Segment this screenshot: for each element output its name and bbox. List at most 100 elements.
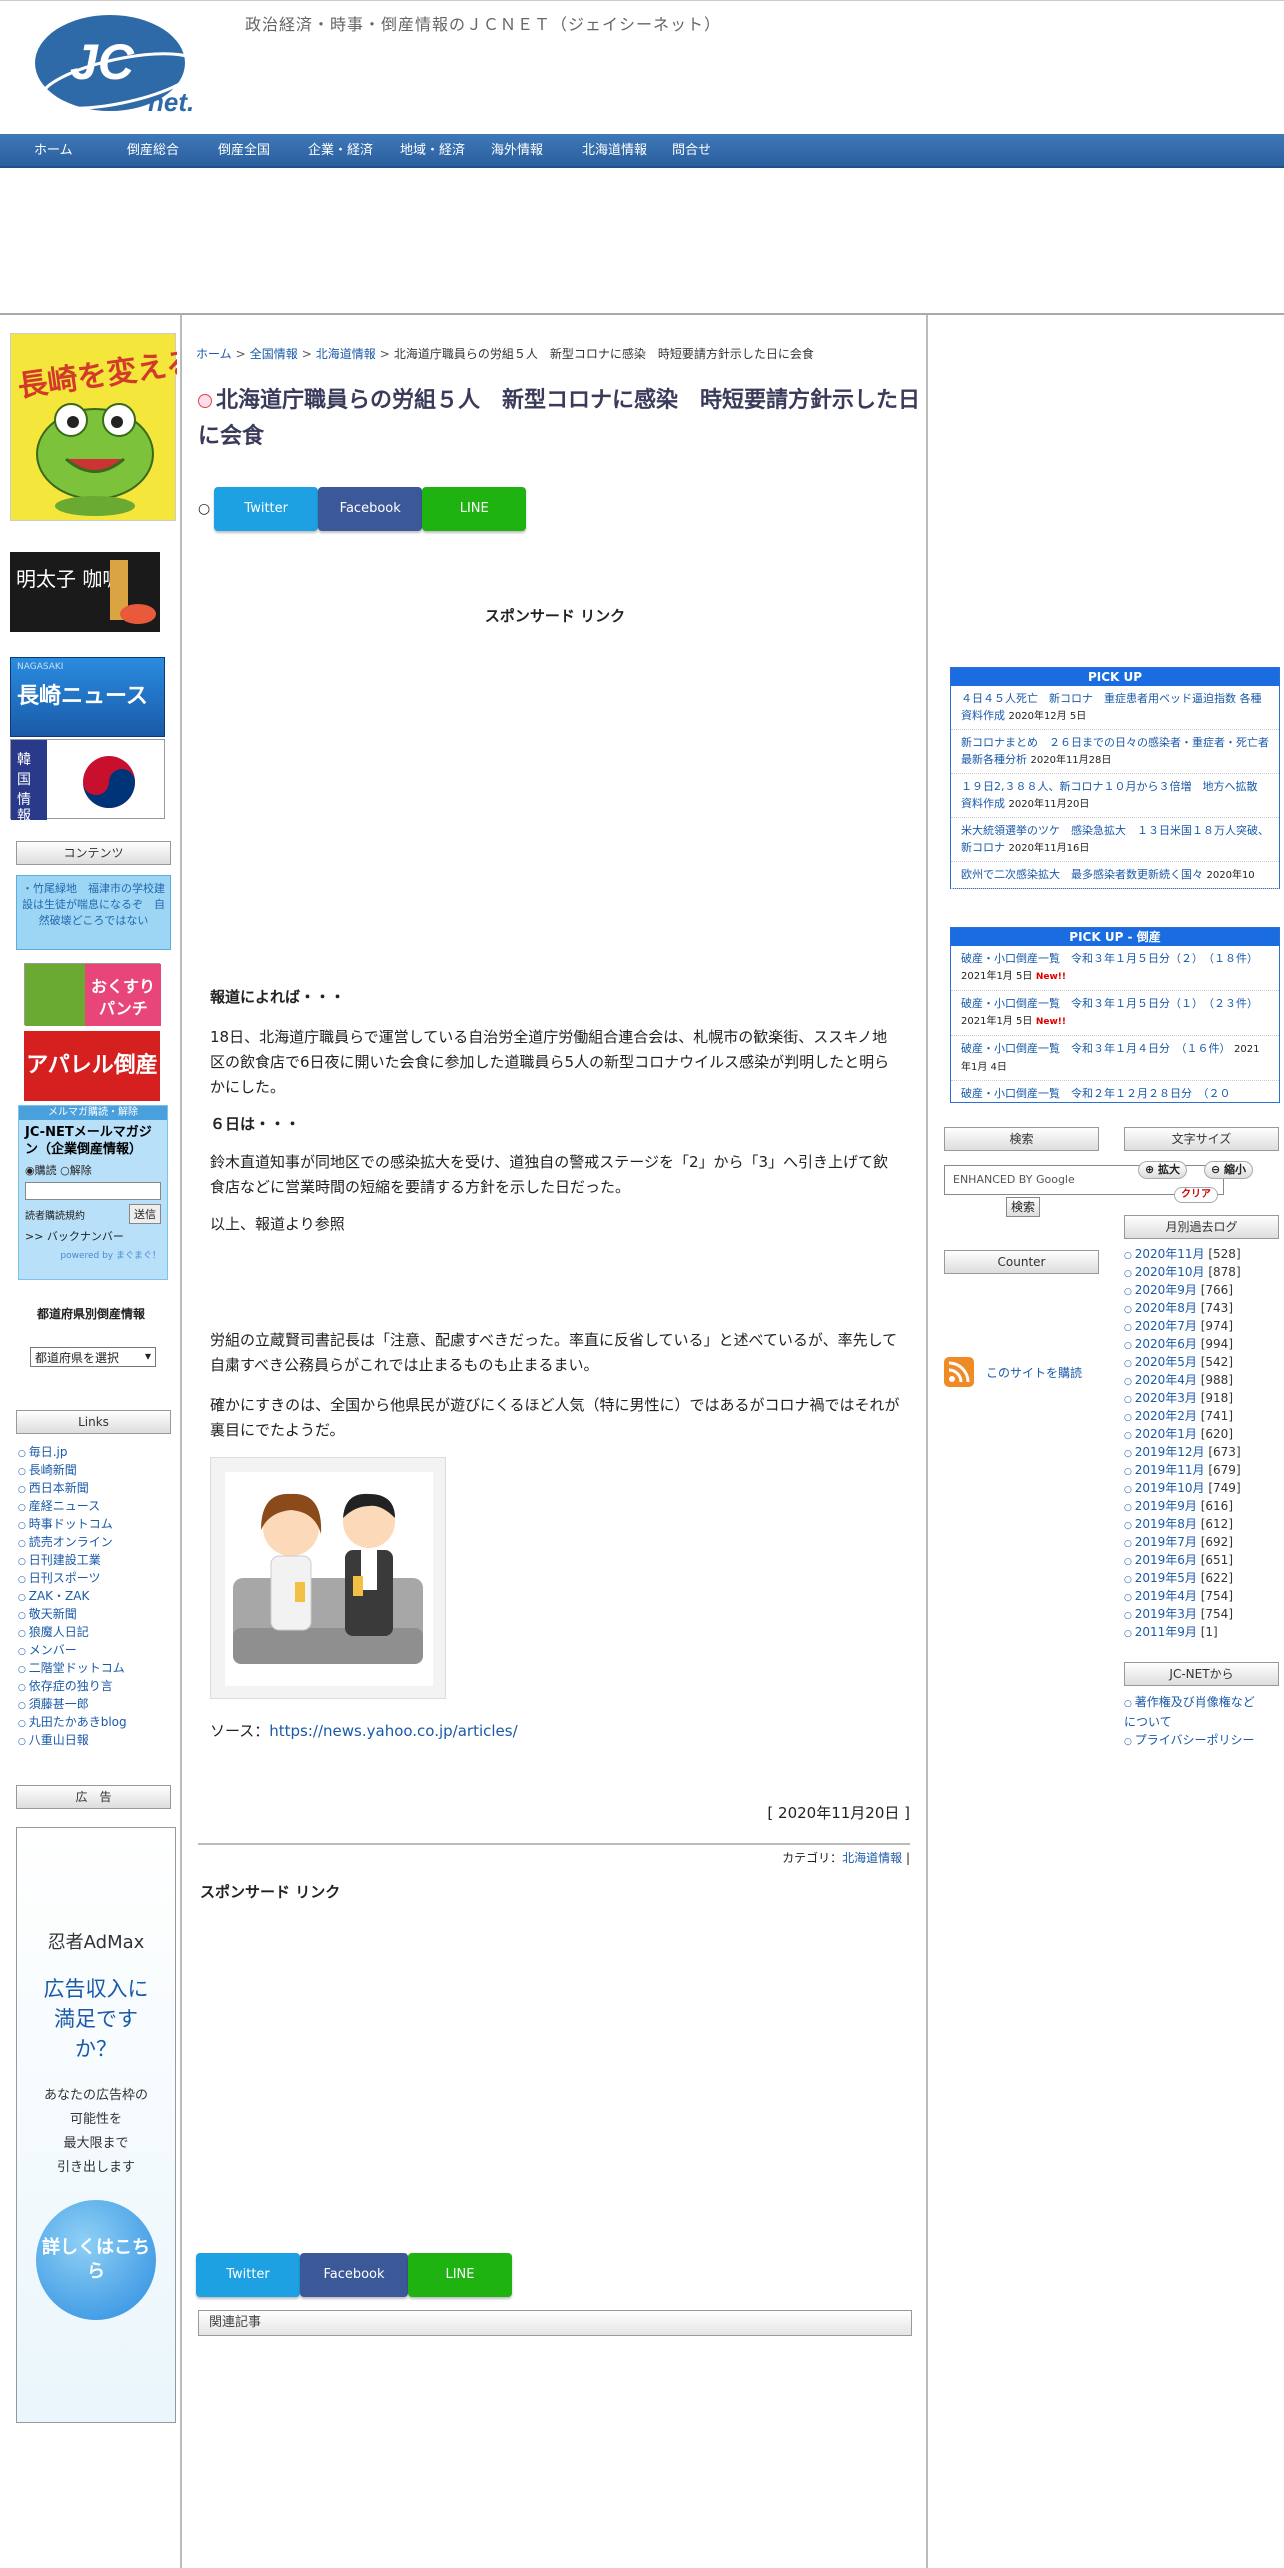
pref-select[interactable]: 都道府県を選択 ▾ (30, 1347, 156, 1367)
line-share-button[interactable]: LINE (422, 487, 527, 531)
archive-item[interactable]: 2019年4月 [754] (1124, 1587, 1241, 1605)
admax-banner[interactable]: 忍者AdMax 広告収入に満足ですか？ あなたの広告枠の 可能性を 最大限まで … (16, 1827, 176, 2423)
source-link[interactable]: https://news.yahoo.co.jp/articles/ (269, 1722, 517, 1740)
nav-contact[interactable]: 問合せ (672, 134, 711, 168)
archive-item[interactable]: 2019年3月 [754] (1124, 1605, 1241, 1623)
jcnet-logo[interactable]: JC net. (32, 11, 222, 115)
link-item[interactable]: 読売オンライン (18, 1533, 127, 1551)
copyright-link[interactable]: 著作権及び肖像権などについて (1124, 1693, 1264, 1731)
radio-cancel[interactable]: ○解除 (60, 1164, 92, 1177)
font-bigger-button[interactable]: ⊕ 拡大 (1138, 1161, 1188, 1179)
archive-item[interactable]: 2019年11月 [679] (1124, 1461, 1241, 1479)
link-item[interactable]: メンバー (18, 1641, 127, 1659)
link-item[interactable]: 産経ニュース (18, 1497, 127, 1515)
breadcrumb-current: 北海道庁職員らの労組５人 新型コロナに感染 時短要請方針示した日に会食 (393, 347, 814, 361)
archive-item[interactable]: 2020年1月 [620] (1124, 1425, 1241, 1443)
archive-item[interactable]: 2019年5月 [622] (1124, 1569, 1241, 1587)
terms-link[interactable]: 読者購読規約 (25, 1207, 85, 1222)
pickup-item[interactable]: 欧州で二次感染拡大 最多感染者数更新続く国々 2020年10 (951, 862, 1279, 889)
paragraph-heading: 報道によれば・・・ (210, 988, 346, 1006)
font-smaller-button[interactable]: ⊖ 縮小 (1204, 1161, 1254, 1179)
backnumber-link[interactable]: >> バックナンバー (19, 1224, 167, 1248)
link-item[interactable]: 依存症の独り言 (18, 1677, 127, 1695)
archive-item[interactable]: 2019年12月 [673] (1124, 1443, 1241, 1461)
link-item[interactable]: 西日本新聞 (18, 1479, 127, 1497)
banner-okusuri-punch[interactable]: おくすり パンチ (24, 963, 161, 1026)
admax-cta[interactable]: 詳しくはこちら (36, 2200, 156, 2320)
archive-heading: 月別過去ログ (1124, 1215, 1279, 1239)
archive-item[interactable]: 2020年9月 [766] (1124, 1281, 1241, 1299)
pickup-item[interactable]: 破産・小口倒産一覧 令和３年１月５日分（１） （２３件） 2021年1月 5日 … (951, 991, 1279, 1036)
email-field[interactable] (25, 1182, 161, 1200)
banner-apparel-bankruptcy[interactable]: アパレル倒産 (24, 1031, 160, 1101)
archive-item[interactable]: 2019年10月 [749] (1124, 1479, 1241, 1497)
nav-regional-economy[interactable]: 地域・経済 (400, 134, 465, 168)
pickup-item[interactable]: 破産・小口倒産一覧 令和３年１月４日分 （１６件） 2021年1月 4日 (951, 1036, 1279, 1081)
category-link[interactable]: 北海道情報 (842, 1851, 902, 1865)
radio-subscribe[interactable]: ◉購読 (25, 1164, 57, 1177)
archive-item[interactable]: 2019年7月 [692] (1124, 1533, 1241, 1551)
banner-nagasaki-news[interactable]: NAGASAKI 長崎ニュース (10, 657, 165, 737)
archive-item[interactable]: 2020年3月 [918] (1124, 1389, 1241, 1407)
nav-bankruptcy-all[interactable]: 倒産総合 (127, 134, 179, 168)
archive-item[interactable]: 2020年6月 [994] (1124, 1335, 1241, 1353)
archive-item[interactable]: 2020年8月 [743] (1124, 1299, 1241, 1317)
submit-button[interactable]: 送信 (129, 1204, 161, 1224)
archive-item[interactable]: 2011年9月 [1] (1124, 1623, 1241, 1641)
facebook-share-button[interactable]: Facebook (300, 2253, 408, 2297)
nav-overseas[interactable]: 海外情報 (491, 134, 543, 168)
archive-item[interactable]: 2020年5月 [542] (1124, 1353, 1241, 1371)
pickup-bankruptcy-box: PICK UP - 倒産 破産・小口倒産一覧 令和３年１月５日分（２） （１８件… (950, 927, 1280, 1103)
link-item[interactable]: 毎日.jp (18, 1443, 127, 1461)
search-button[interactable]: 検索 (1006, 1197, 1040, 1217)
link-item[interactable]: 狼魔人日記 (18, 1623, 127, 1641)
banner-korea-info[interactable]: 韓 国 情 報 (10, 739, 165, 824)
archive-item[interactable]: 2020年7月 [974] (1124, 1317, 1241, 1335)
archive-item[interactable]: 2019年6月 [651] (1124, 1551, 1241, 1569)
link-item[interactable]: 八重山日報 (18, 1731, 127, 1749)
link-item[interactable]: 丸田たかあきblog (18, 1713, 127, 1731)
link-item[interactable]: 須藤甚一郎 (18, 1695, 127, 1713)
rss-icon[interactable] (944, 1357, 974, 1387)
nav-home[interactable]: ホーム (34, 134, 73, 168)
twitter-share-button[interactable]: Twitter (196, 2253, 300, 2297)
nav-bankruptcy-national[interactable]: 倒産全国 (218, 134, 270, 168)
breadcrumb-national[interactable]: 全国情報 (250, 347, 298, 361)
paragraph: 18日、北海道庁職員らで運営している自治労全道庁労働組合連合会は、札幌市の歓楽街… (210, 1028, 890, 1096)
svg-text:明太子 咖喱: 明太子 咖喱 (16, 567, 122, 591)
archive-item[interactable]: 2019年9月 [616] (1124, 1497, 1241, 1515)
breadcrumb-home[interactable]: ホーム (196, 347, 232, 361)
link-item[interactable]: 敬天新聞 (18, 1605, 127, 1623)
link-item[interactable]: 日刊建設工業 (18, 1551, 127, 1569)
pickup-item[interactable]: ４日４５人死亡 新コロナ 重症患者用ベッド逼迫指数 各種資料作成 2020年12… (951, 686, 1279, 730)
banner-nagasaki-frog[interactable]: 長崎を変える (10, 333, 198, 521)
banner-mentaiko-curry[interactable]: 明太子 咖喱 (10, 552, 160, 632)
archive-item[interactable]: 2020年11月 [528] (1124, 1245, 1241, 1263)
archive-item[interactable]: 2020年2月 [741] (1124, 1407, 1241, 1425)
archive-item[interactable]: 2019年8月 [612] (1124, 1515, 1241, 1533)
pickup-item[interactable]: 新コロナまとめ ２６日までの日々の感染者・重症者・死亡者 最新各種分析 2020… (951, 730, 1280, 774)
nav-corporate-economy[interactable]: 企業・経済 (308, 134, 373, 168)
pickup-item[interactable]: 破産・小口倒産一覧 令和３年１月５日分（２） （１８件） 2021年1月 5日 … (951, 946, 1279, 991)
archive-item[interactable]: 2020年4月 [988] (1124, 1371, 1241, 1389)
facebook-share-button[interactable]: Facebook (318, 487, 423, 531)
post-date: [ 2020年11月20日 ] (767, 1804, 910, 1822)
contents-link[interactable]: ・竹尾緑地 福津市の学校建設は生徒が喘息になるぞ 自然破壊どころではない (16, 875, 171, 950)
breadcrumb-hokkaido[interactable]: 北海道情報 (316, 347, 376, 361)
privacy-link[interactable]: プライバシーポリシー (1124, 1731, 1264, 1751)
pickup-item[interactable]: 破産・小口倒産一覧 令和２年１２月２８日分 （２０ (951, 1081, 1279, 1102)
line-share-button[interactable]: LINE (408, 2253, 512, 2297)
nav-hokkaido[interactable]: 北海道情報 (582, 134, 647, 168)
archive-item[interactable]: 2020年10月 [878] (1124, 1263, 1241, 1281)
link-item[interactable]: ZAK・ZAK (18, 1587, 127, 1605)
pickup-item[interactable]: １９日2,３８８人、新コロナ１０月から３倍増 地方へ拡散 資料作成 2020年1… (951, 774, 1279, 818)
link-item[interactable]: 長崎新聞 (18, 1461, 127, 1479)
twitter-share-button[interactable]: Twitter (214, 487, 319, 531)
link-item[interactable]: 二階堂ドットコム (18, 1659, 127, 1677)
pickup-item[interactable]: 米大統領選挙のツケ 感染急拡大 １３日米国１８万人突破、新コロナ 2020年11… (951, 818, 1279, 862)
link-item[interactable]: 時事ドットコム (18, 1515, 127, 1533)
link-item[interactable]: 日刊スポーツ (18, 1569, 127, 1587)
bullet-icon: ○ (198, 501, 211, 517)
rss-subscribe-link[interactable]: このサイトを購読 (986, 1364, 1082, 1381)
font-clear-button[interactable]: クリア (1174, 1187, 1218, 1203)
